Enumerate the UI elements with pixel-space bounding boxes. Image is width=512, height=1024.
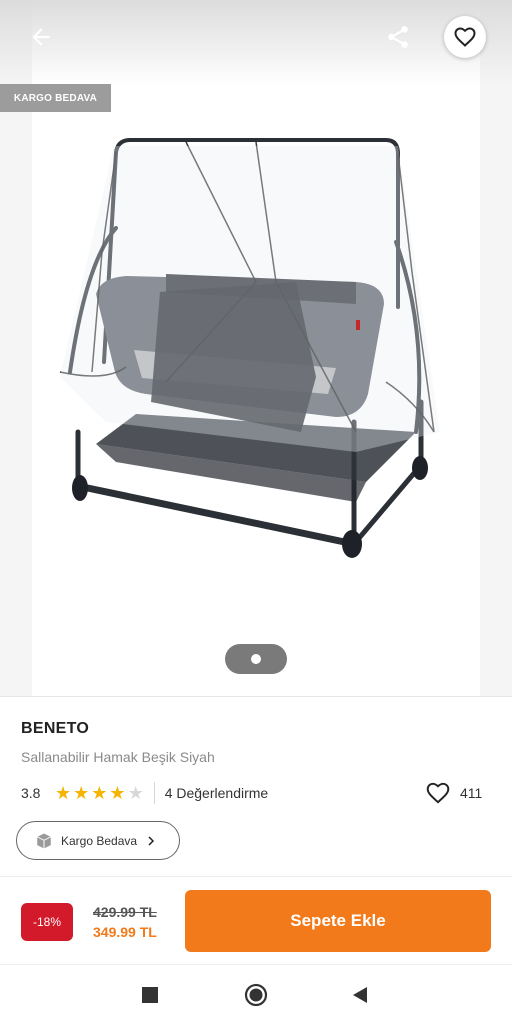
pager-dot-active [251, 654, 261, 664]
star-filled-icon: ★ [55, 783, 72, 803]
rating-stars: ★ ★ ★ ★ ★ [55, 784, 144, 802]
system-nav-bar [0, 964, 512, 1024]
chevron-right-icon [148, 835, 155, 846]
product-title: Sallanabilir Hamak Beşik Siyah [21, 749, 215, 765]
divider [0, 696, 512, 697]
rating-value: 3.8 [21, 785, 41, 801]
image-pager[interactable] [225, 644, 287, 674]
share-icon [388, 26, 408, 48]
back-button[interactable] [18, 16, 64, 58]
star-filled-icon: ★ [91, 783, 108, 803]
rating-row[interactable]: 3.8 ★ ★ ★ ★ ★ 4 Değerlendirme [21, 780, 491, 806]
square-icon [142, 987, 158, 1003]
recents-button[interactable] [136, 981, 164, 1009]
box-icon [37, 833, 51, 848]
discount-badge: -18% [21, 903, 73, 941]
heart-outline-icon [454, 27, 476, 47]
favorite-button[interactable] [444, 16, 486, 58]
rating-separator [153, 782, 155, 804]
free-shipping-badge: KARGO BEDAVA [0, 84, 111, 112]
favorite-count-button[interactable]: 411 [424, 780, 482, 806]
triangle-back-icon [353, 987, 367, 1003]
star-filled-icon: ★ [73, 783, 90, 803]
circle-home-icon [244, 983, 268, 1007]
purchase-bar: -18% 429.99 TL 349.99 TL Sepete Ekle [0, 876, 512, 964]
share-button[interactable] [376, 16, 420, 58]
heart-outline-icon [426, 782, 450, 804]
star-filled-icon: ★ [109, 783, 126, 803]
system-back-button[interactable] [346, 981, 374, 1009]
brand-name[interactable]: BENETO [21, 720, 89, 738]
favorite-count: 411 [460, 785, 483, 801]
product-image[interactable] [56, 132, 446, 564]
arrow-left-icon [32, 28, 50, 46]
review-count[interactable]: 4 Değerlendirme [165, 785, 269, 801]
star-empty-icon: ★ [127, 783, 144, 803]
header-gradient [0, 0, 512, 86]
product-image-gallery[interactable]: KARGO BEDAVA [0, 0, 512, 696]
old-price: 429.99 TL [93, 904, 157, 920]
home-button[interactable] [242, 981, 270, 1009]
free-shipping-chip-label: Kargo Bedava [61, 833, 138, 848]
free-shipping-chip[interactable]: Kargo Bedava [16, 821, 180, 860]
current-price: 349.99 TL [93, 924, 157, 940]
add-to-cart-button[interactable]: Sepete Ekle [185, 890, 491, 952]
